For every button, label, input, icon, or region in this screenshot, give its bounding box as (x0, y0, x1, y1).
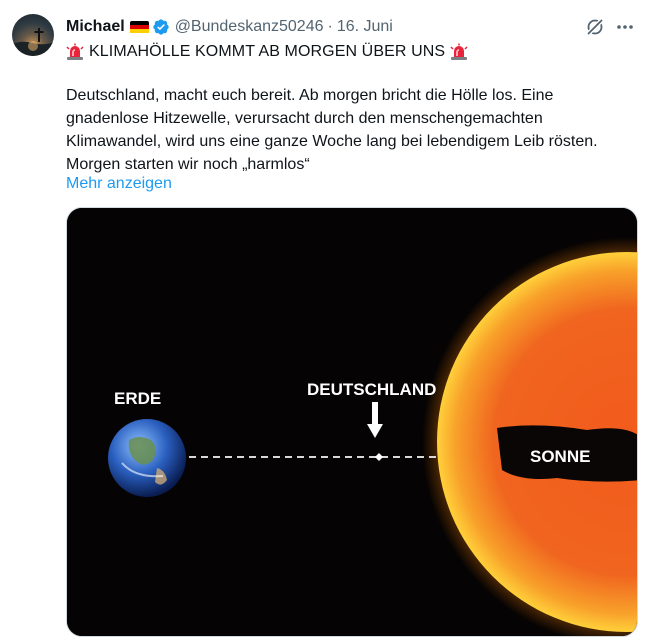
tweet-body-line: Klimawandel, wird uns eine ganze Woche l… (66, 133, 598, 150)
show-more-link[interactable]: Mehr anzeigen (66, 172, 172, 195)
rotating-light-icon (450, 43, 468, 61)
author-name[interactable]: Michael (66, 18, 125, 36)
tweet-date[interactable]: 16. Juni (337, 18, 393, 36)
avatar[interactable] (12, 14, 54, 56)
tweet-header: Michael @Bundeskanz50246 · 16. Juni (66, 16, 393, 38)
tweet-body-line: gnadenlose Hitzewelle, verursacht durch … (66, 110, 543, 127)
avatar-image (12, 28, 54, 56)
tweet-body: Deutschland, macht euch bereit. Ab morge… (66, 84, 641, 176)
earth-graphic (108, 419, 186, 497)
sun-label: SONNE (530, 447, 590, 466)
tweet-title-line: KLIMAHÖLLE KOMMT AB MORGEN ÜBER UNS (66, 41, 468, 63)
germany-label: DEUTSCHLAND (307, 380, 436, 399)
rotating-light-icon (66, 43, 84, 61)
grok-icon[interactable] (585, 17, 605, 37)
author-handle[interactable]: @Bundeskanz50246 (175, 18, 324, 36)
tweet[interactable]: Michael @Bundeskanz50246 · 16. Juni KLIM… (0, 0, 648, 641)
tweet-body-line: Deutschland, macht euch bereit. Ab morge… (66, 87, 554, 104)
verified-badge-icon[interactable] (152, 18, 170, 36)
tweet-title: KLIMAHÖLLE KOMMT AB MORGEN ÜBER UNS (89, 43, 446, 60)
germany-flag-icon (129, 20, 149, 34)
separator: · (327, 18, 333, 35)
earth-label: ERDE (114, 389, 161, 408)
tweet-media-image[interactable]: ERDE DEUTSCHLAND SONNE (66, 207, 638, 637)
more-icon[interactable] (614, 17, 636, 37)
